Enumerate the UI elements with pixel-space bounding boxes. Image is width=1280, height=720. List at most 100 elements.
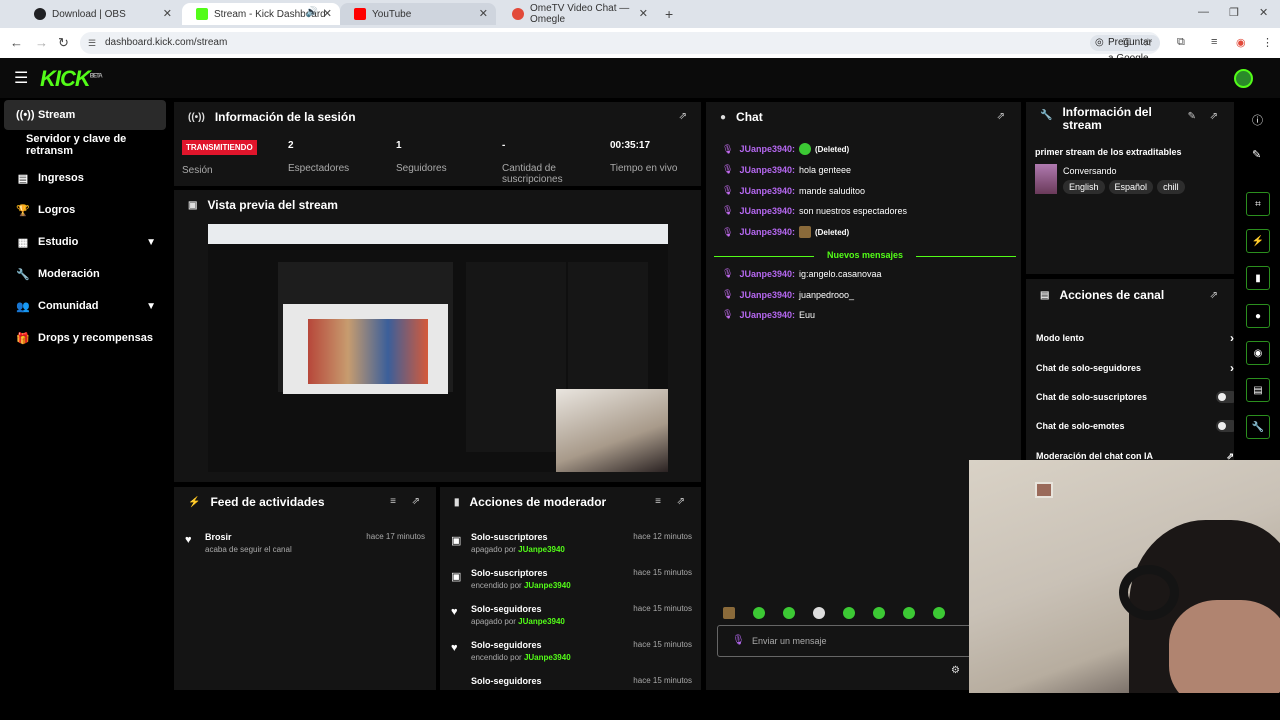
chat-username[interactable]: JUanpe3940: <box>739 186 795 196</box>
popout-icon[interactable]: ⇗ <box>412 496 420 507</box>
chat-username[interactable]: JUanpe3940: <box>739 206 795 216</box>
sidebar-item-estudio[interactable]: ▦ Estudio ▼ <box>4 227 166 257</box>
chat-bubble-icon[interactable]: ● <box>1246 304 1270 328</box>
emote-icon[interactable] <box>873 607 885 619</box>
address-bar[interactable]: ☰ dashboard.kick.com/stream ◎ Preguntar … <box>80 32 1160 64</box>
password-key-icon[interactable]: ⚿ <box>1123 32 1131 54</box>
sidebar-item-server-key[interactable]: Servidor y clave de retransm <box>4 130 172 160</box>
close-tab-icon[interactable]: ✕ <box>639 7 648 20</box>
reading-list-icon[interactable]: ≡ <box>1211 36 1217 48</box>
chat-username[interactable]: JUanpe3940: <box>739 227 795 237</box>
popout-icon[interactable]: ⇗ <box>1210 111 1218 122</box>
reload-icon[interactable]: ↻ <box>58 35 69 51</box>
chat-message[interactable]: 🎙 JUanpe3940: juanpedrooo_ <box>722 289 854 300</box>
site-info-icon[interactable]: ☰ <box>88 32 96 54</box>
sidebar-item-ingresos[interactable]: ▤ Ingresos <box>4 163 166 193</box>
popout-icon[interactable]: ⇗ <box>997 111 1005 122</box>
chat-input[interactable]: 🎙 Enviar un mensaje <box>717 625 975 657</box>
filter-icon[interactable]: ≡ <box>655 496 661 507</box>
category-name[interactable]: Conversando <box>1063 166 1185 176</box>
sidebar-item-comunidad[interactable]: 👥 Comunidad ▼ <box>4 291 166 321</box>
emotes-only-toggle[interactable] <box>1216 420 1234 432</box>
channel-actions-icon[interactable]: ▤ <box>1246 378 1270 402</box>
close-window-icon[interactable]: ✕ <box>1259 6 1268 19</box>
chat-username[interactable]: JUanpe3940: <box>739 144 795 154</box>
filter-icon[interactable]: ≡ <box>390 496 396 507</box>
stat-value: - <box>502 140 506 151</box>
emote-icon[interactable] <box>753 607 765 619</box>
chat-username[interactable]: JUanpe3940: <box>739 310 795 320</box>
tab-obs[interactable]: Download | OBS ✕ <box>20 3 180 25</box>
document-icon[interactable]: ▮ <box>1246 266 1270 290</box>
forward-icon[interactable]: → <box>35 35 48 50</box>
sidebar-item-logros[interactable]: 🏆 Logros <box>4 195 166 225</box>
close-tab-icon[interactable]: ✕ <box>323 7 332 20</box>
emote-icon[interactable] <box>933 607 945 619</box>
tab-youtube[interactable]: YouTube ✕ <box>340 3 496 25</box>
maximize-icon[interactable]: ❐ <box>1229 6 1239 19</box>
hamburger-menu-icon[interactable]: ☰ <box>14 68 28 88</box>
chat-username[interactable]: JUanpe3940: <box>739 290 795 300</box>
tag[interactable]: Español <box>1108 180 1154 194</box>
audio-icon[interactable]: 🔊 <box>306 7 318 18</box>
subscribers-only-toggle[interactable] <box>1216 391 1234 403</box>
chat-message[interactable]: 🎙 JUanpe3940: hola genteee <box>722 164 851 175</box>
back-icon[interactable]: ← <box>10 35 23 50</box>
info-icon[interactable]: ⓘ <box>1252 112 1263 128</box>
emote-icon[interactable] <box>903 607 915 619</box>
chat-settings-gear-icon[interactable]: ⚙ <box>951 665 960 676</box>
address-row: ← → ↻ ☰ dashboard.kick.com/stream ◎ Preg… <box>0 28 1280 64</box>
extensions-icon[interactable]: ⧉ <box>1177 36 1185 49</box>
chat-message[interactable]: 🎙 JUanpe3940: Euu <box>722 309 815 320</box>
wall-picture <box>1035 482 1053 498</box>
close-tab-icon[interactable]: ✕ <box>163 7 172 20</box>
popout-icon[interactable]: ⇗ <box>1210 290 1218 301</box>
sidebar: ((•)) Stream Servidor y clave de retransm… <box>0 98 172 696</box>
menu-icon[interactable]: ⋮ <box>1262 36 1273 49</box>
preview-chat-area <box>466 262 566 452</box>
bookmark-star-icon[interactable]: ☆ <box>1143 32 1153 54</box>
chat-message[interactable]: 🎙 JUanpe3940: (Deleted) <box>722 226 849 238</box>
chat-username[interactable]: JUanpe3940: <box>739 165 795 175</box>
chat-message[interactable]: 🎙 JUanpe3940: son nuestros espectadores <box>722 205 907 216</box>
tab-kick[interactable]: Stream - Kick Dashboard 🔊 ✕ <box>182 3 340 25</box>
mod-action-user[interactable]: JUanpe3940 <box>518 617 565 626</box>
emote-icon[interactable] <box>723 607 735 619</box>
close-tab-icon[interactable]: ✕ <box>479 7 488 20</box>
mod-action-user[interactable]: JUanpe3940 <box>518 545 565 554</box>
stream-preview-video[interactable] <box>208 224 668 472</box>
chat-message[interactable]: 🎙 JUanpe3940: ig:angelo.casanovaa <box>722 268 882 279</box>
followers-only-row[interactable]: Chat de solo-seguidores › <box>1036 361 1234 375</box>
chat-message[interactable]: 🎙 JUanpe3940: mande saluditoo <box>722 185 865 196</box>
focus-icon[interactable]: ⌗ <box>1246 192 1270 216</box>
pencil-icon[interactable]: ✎ <box>1252 148 1261 161</box>
user-avatar[interactable] <box>1234 69 1253 88</box>
minimize-icon[interactable]: — <box>1198 6 1209 18</box>
emote-icon[interactable] <box>813 607 825 619</box>
popout-icon[interactable]: ⇗ <box>679 111 687 122</box>
bolt-icon[interactable]: ⚡ <box>1246 229 1270 253</box>
tag[interactable]: chill <box>1157 180 1185 194</box>
sidebar-item-drops[interactable]: 🎁 Drops y recompensas <box>4 323 166 353</box>
popout-icon[interactable]: ⇗ <box>677 496 685 507</box>
panel-title: Feed de actividades <box>210 495 325 509</box>
wrench-icon[interactable]: 🔧 <box>1246 415 1270 439</box>
emote-icon[interactable] <box>843 607 855 619</box>
profile-extension-icon[interactable]: ◉ <box>1236 36 1246 49</box>
sidebar-item-stream[interactable]: ((•)) Stream <box>4 100 166 130</box>
tab-ometv[interactable]: OmeTV Video Chat — Omegle ✕ <box>498 3 656 25</box>
chat-username[interactable]: JUanpe3940: <box>739 269 795 279</box>
radio-icon[interactable]: ◉ <box>1246 341 1270 365</box>
category-thumbnail[interactable] <box>1035 164 1057 194</box>
tag[interactable]: English <box>1063 180 1105 194</box>
chat-message[interactable]: 🎙 JUanpe3940: (Deleted) <box>722 143 849 155</box>
chart-icon: ▤ <box>17 172 29 185</box>
mod-action-user[interactable]: JUanpe3940 <box>524 581 571 590</box>
edit-pencil-icon[interactable]: ✎ <box>1188 111 1196 122</box>
kick-logo[interactable]: KICKBETA <box>40 66 103 92</box>
emote-icon[interactable] <box>783 607 795 619</box>
sidebar-item-moderacion[interactable]: 🔧 Moderación <box>4 259 166 289</box>
new-tab-icon[interactable]: + <box>665 6 673 22</box>
slow-mode-row[interactable]: Modo lento › <box>1036 331 1234 345</box>
mod-action-user[interactable]: JUanpe3940 <box>524 653 571 662</box>
